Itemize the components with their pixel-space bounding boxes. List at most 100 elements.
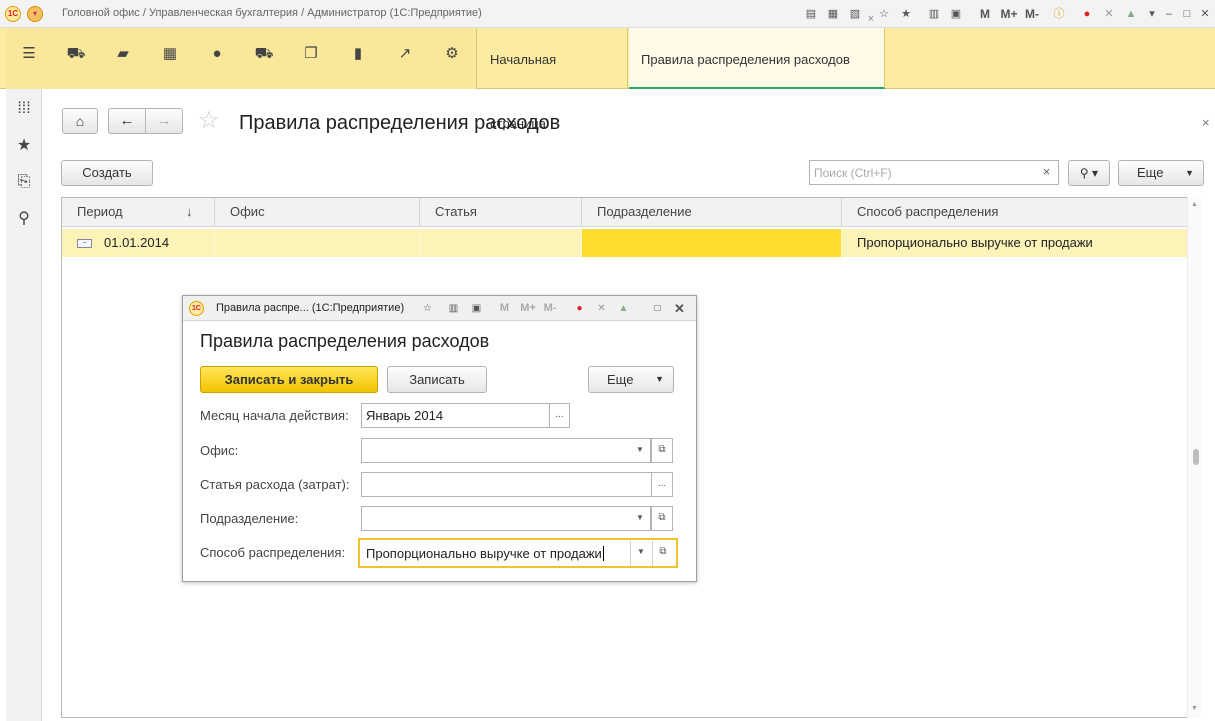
app-logo-icon[interactable]: 1С (5, 6, 21, 22)
department-label: Подразделение: (200, 511, 299, 526)
main-menu-icon[interactable]: ▾ (27, 6, 43, 22)
calendar-icon[interactable]: ▣ (947, 5, 965, 23)
method-label: Способ распределения: (200, 545, 346, 560)
tab-close-icon[interactable]: × (868, 12, 874, 26)
memory-m-plus-button[interactable]: M+ (998, 5, 1020, 23)
column-header-department[interactable]: Подразделение (582, 198, 842, 227)
vertical-scrollbar[interactable]: ▲ ▼ (1187, 197, 1201, 718)
record-icon: ~ (77, 239, 92, 249)
load-icon[interactable]: ▲ (1122, 5, 1140, 23)
create-button[interactable]: Создать (61, 160, 153, 186)
menu-icon[interactable]: ☰ (18, 43, 40, 65)
favorites-icon[interactable]: ★ (897, 5, 915, 23)
office-open-icon[interactable]: ⧉ (651, 438, 673, 463)
forward-button[interactable]: → (146, 108, 183, 134)
dialog-maximize-icon[interactable]: □ (649, 300, 666, 317)
stop-icon[interactable]: ✕ (1100, 5, 1118, 23)
bag-icon[interactable]: ▰ (112, 43, 134, 65)
dialog-calendar-icon[interactable]: ▣ (468, 300, 485, 317)
print-icon[interactable]: ▦ (824, 5, 842, 23)
table-row[interactable]: ~01.01.2014 Пропорционально выручке от п… (62, 229, 1188, 257)
cart-icon[interactable]: ⛟ (65, 43, 87, 65)
close-window-icon[interactable]: ✕ (1196, 5, 1214, 23)
scroll-thumb[interactable] (1193, 449, 1199, 465)
department-field[interactable] (361, 506, 631, 531)
dialog-favorites-icon[interactable]: ☆ (419, 300, 436, 317)
history-icon[interactable]: ⎘ (12, 170, 36, 194)
warehouse-icon[interactable]: ▦ (159, 43, 181, 65)
cell-period: ~01.01.2014 (62, 229, 215, 257)
department-open-icon[interactable]: ⧉ (651, 506, 673, 531)
tab-distribution-rules[interactable]: Правила распределения расходов × (629, 13, 885, 89)
column-header-office[interactable]: Офис (215, 198, 420, 227)
more-label: Еще (1137, 165, 1164, 180)
record-icon[interactable]: ● (1078, 5, 1096, 23)
info-icon[interactable]: ⓘ (1050, 5, 1068, 23)
dialog-more-button[interactable]: Еще ▼ (588, 366, 674, 393)
office-dropdown-icon[interactable]: ▼ (630, 438, 651, 463)
scroll-down-icon[interactable]: ▼ (1191, 705, 1198, 712)
more-button[interactable]: Еще ▼ (1118, 160, 1204, 186)
add-favorite-icon[interactable]: ☆ (875, 5, 893, 23)
dialog-more-label: Еще (607, 372, 634, 387)
scroll-up-icon[interactable]: ▲ (1191, 201, 1198, 208)
save-button[interactable]: Записать (387, 366, 487, 393)
dropdown-icon[interactable]: ▾ (1143, 5, 1161, 23)
search-icon[interactable]: ⚲ (12, 207, 36, 231)
search-clear-icon[interactable]: × (1035, 160, 1059, 185)
search-options-button[interactable]: ⚲ ▾ (1068, 160, 1110, 186)
memory-m-minus-button[interactable]: M- (1022, 5, 1042, 23)
truck-icon[interactable]: ⛟ (253, 43, 275, 65)
maximize-icon[interactable]: □ (1178, 5, 1196, 23)
arrow-left-icon: ← (119, 112, 135, 129)
print-preview-icon[interactable]: ▧ (846, 5, 864, 23)
chevron-down-icon: ▼ (1185, 168, 1194, 178)
month-field[interactable]: Январь 2014 (361, 403, 550, 428)
dialog-calculator-icon[interactable]: ▥ (445, 300, 462, 317)
dialog-record-icon[interactable]: ● (571, 300, 588, 317)
cell-office (215, 229, 420, 257)
favorite-star-icon[interactable]: ☆ (198, 106, 220, 135)
back-button[interactable]: ← (108, 108, 146, 134)
table-header: Период ↓ Офис Статья Подразделение Спосо… (62, 198, 1188, 227)
minimize-icon[interactable]: – (1160, 5, 1178, 23)
column-header-method[interactable]: Способ распределения (842, 198, 1188, 227)
dialog-close-icon[interactable]: ✕ (671, 300, 688, 317)
home-button[interactable]: ⌂ (62, 108, 98, 134)
search-input[interactable]: Поиск (Ctrl+F) (809, 160, 1059, 185)
save-icon[interactable]: ▤ (802, 5, 820, 23)
documents-icon[interactable]: ❐ (300, 43, 322, 65)
window-titlebar: 1С ▾ Головной офис / Управленческая бухг… (0, 0, 1215, 28)
month-select-button[interactable]: ... (549, 403, 570, 428)
trend-icon[interactable]: ↗ (394, 43, 416, 65)
column-header-period[interactable]: Период ↓ (62, 198, 215, 227)
page-title: Правила распределения расходов (239, 112, 561, 134)
sort-arrow-icon: ↓ (186, 204, 193, 219)
department-dropdown-icon[interactable]: ▼ (630, 506, 651, 531)
calculator-icon[interactable]: ▥ (925, 5, 943, 23)
dialog-m-minus-button[interactable]: M- (540, 300, 560, 317)
close-form-icon[interactable]: × (1202, 115, 1210, 130)
settings-icon[interactable]: ⚙ (441, 43, 463, 65)
dialog-stop-icon[interactable]: ✕ (593, 300, 610, 317)
dialog-m-button[interactable]: M (496, 300, 513, 317)
favorites-star-icon[interactable]: ★ (12, 134, 36, 158)
office-field[interactable] (361, 438, 631, 463)
dialog-load-icon[interactable]: ▲ (615, 300, 632, 317)
bar-chart-icon[interactable]: ▮ (347, 43, 369, 65)
method-open-icon[interactable]: ⧉ (652, 541, 673, 566)
tab-home[interactable]: Начальная страница (478, 28, 628, 131)
save-and-close-button[interactable]: Записать и закрыть (200, 366, 378, 393)
method-dropdown-icon[interactable]: ▼ (630, 541, 651, 566)
memory-m-button[interactable]: M (976, 5, 994, 23)
cell-article (420, 229, 582, 257)
article-select-button[interactable]: ... (651, 472, 673, 497)
article-field[interactable] (361, 472, 652, 497)
ruble-icon[interactable]: ● (206, 43, 228, 65)
article-label: Статья расхода (затрат): (200, 477, 350, 492)
home-icon: ⌂ (75, 113, 85, 129)
dialog-m-plus-button[interactable]: M+ (517, 300, 539, 317)
apps-icon[interactable]: ⁞⁞⁞ (12, 97, 36, 121)
column-header-article[interactable]: Статья (420, 198, 582, 227)
magnifier-icon: ⚲ ▾ (1079, 166, 1099, 180)
